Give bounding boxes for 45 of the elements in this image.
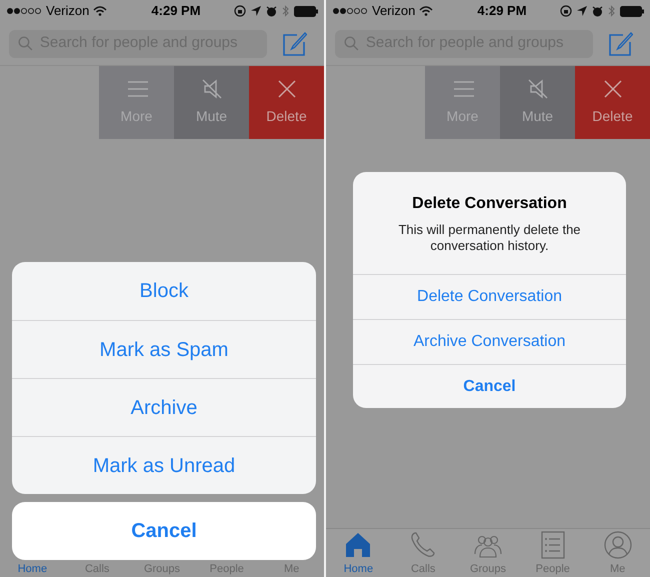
location-icon bbox=[577, 6, 587, 16]
status-time: 4:29 PM bbox=[476, 2, 528, 20]
alarm-icon bbox=[266, 6, 277, 16]
person-icon bbox=[602, 530, 633, 560]
battery-icon bbox=[620, 6, 644, 16]
cancel-button[interactable]: Cancel bbox=[353, 364, 626, 408]
search-icon bbox=[344, 36, 359, 51]
location-icon bbox=[251, 6, 261, 16]
delete-action-button[interactable]: Delete bbox=[249, 66, 324, 139]
mute-action-button[interactable]: Mute bbox=[500, 66, 575, 139]
close-icon bbox=[602, 78, 624, 100]
delete-action-button[interactable]: Delete bbox=[575, 66, 650, 139]
bluetooth-icon bbox=[608, 5, 615, 17]
action-sheet-option[interactable]: Mark as Spam bbox=[12, 320, 316, 378]
compose-icon bbox=[283, 32, 307, 56]
alert-title: Delete Conversation bbox=[412, 194, 567, 214]
alert-message: This will permanently delete the conversation history. bbox=[397, 222, 582, 254]
compose-button[interactable] bbox=[609, 32, 633, 56]
action-sheet-option[interactable]: Mark as Unread bbox=[12, 436, 316, 494]
alert-button[interactable]: Archive Conversation bbox=[353, 319, 626, 364]
action-sheet-option[interactable]: Archive bbox=[12, 378, 316, 436]
rotation-lock-icon bbox=[234, 5, 246, 17]
compose-icon bbox=[609, 32, 633, 56]
tab-label[interactable]: Home bbox=[0, 562, 65, 577]
carrier-name: Verizon bbox=[372, 2, 416, 20]
wifi-icon bbox=[93, 6, 108, 16]
compose-button[interactable] bbox=[283, 32, 307, 56]
muted-speaker-icon bbox=[526, 78, 548, 100]
tab-item[interactable]: Home bbox=[326, 529, 391, 577]
action-sheet-option[interactable]: Block bbox=[12, 262, 316, 320]
search-icon bbox=[18, 36, 33, 51]
alert-button[interactable]: Delete Conversation bbox=[353, 274, 626, 319]
carrier-name: Verizon bbox=[46, 2, 90, 20]
alarm-icon bbox=[592, 6, 603, 16]
close-icon bbox=[276, 78, 298, 100]
muted-speaker-icon bbox=[200, 78, 222, 100]
battery-icon bbox=[294, 6, 318, 16]
bluetooth-icon bbox=[282, 5, 289, 17]
status-time: 4:29 PM bbox=[150, 2, 202, 20]
mute-action-button[interactable]: Mute bbox=[174, 66, 249, 139]
signal-icon bbox=[332, 7, 368, 15]
cancel-button[interactable]: Cancel bbox=[12, 502, 316, 560]
rotation-lock-icon bbox=[560, 5, 572, 17]
signal-icon bbox=[6, 7, 42, 15]
wifi-icon bbox=[419, 6, 434, 16]
